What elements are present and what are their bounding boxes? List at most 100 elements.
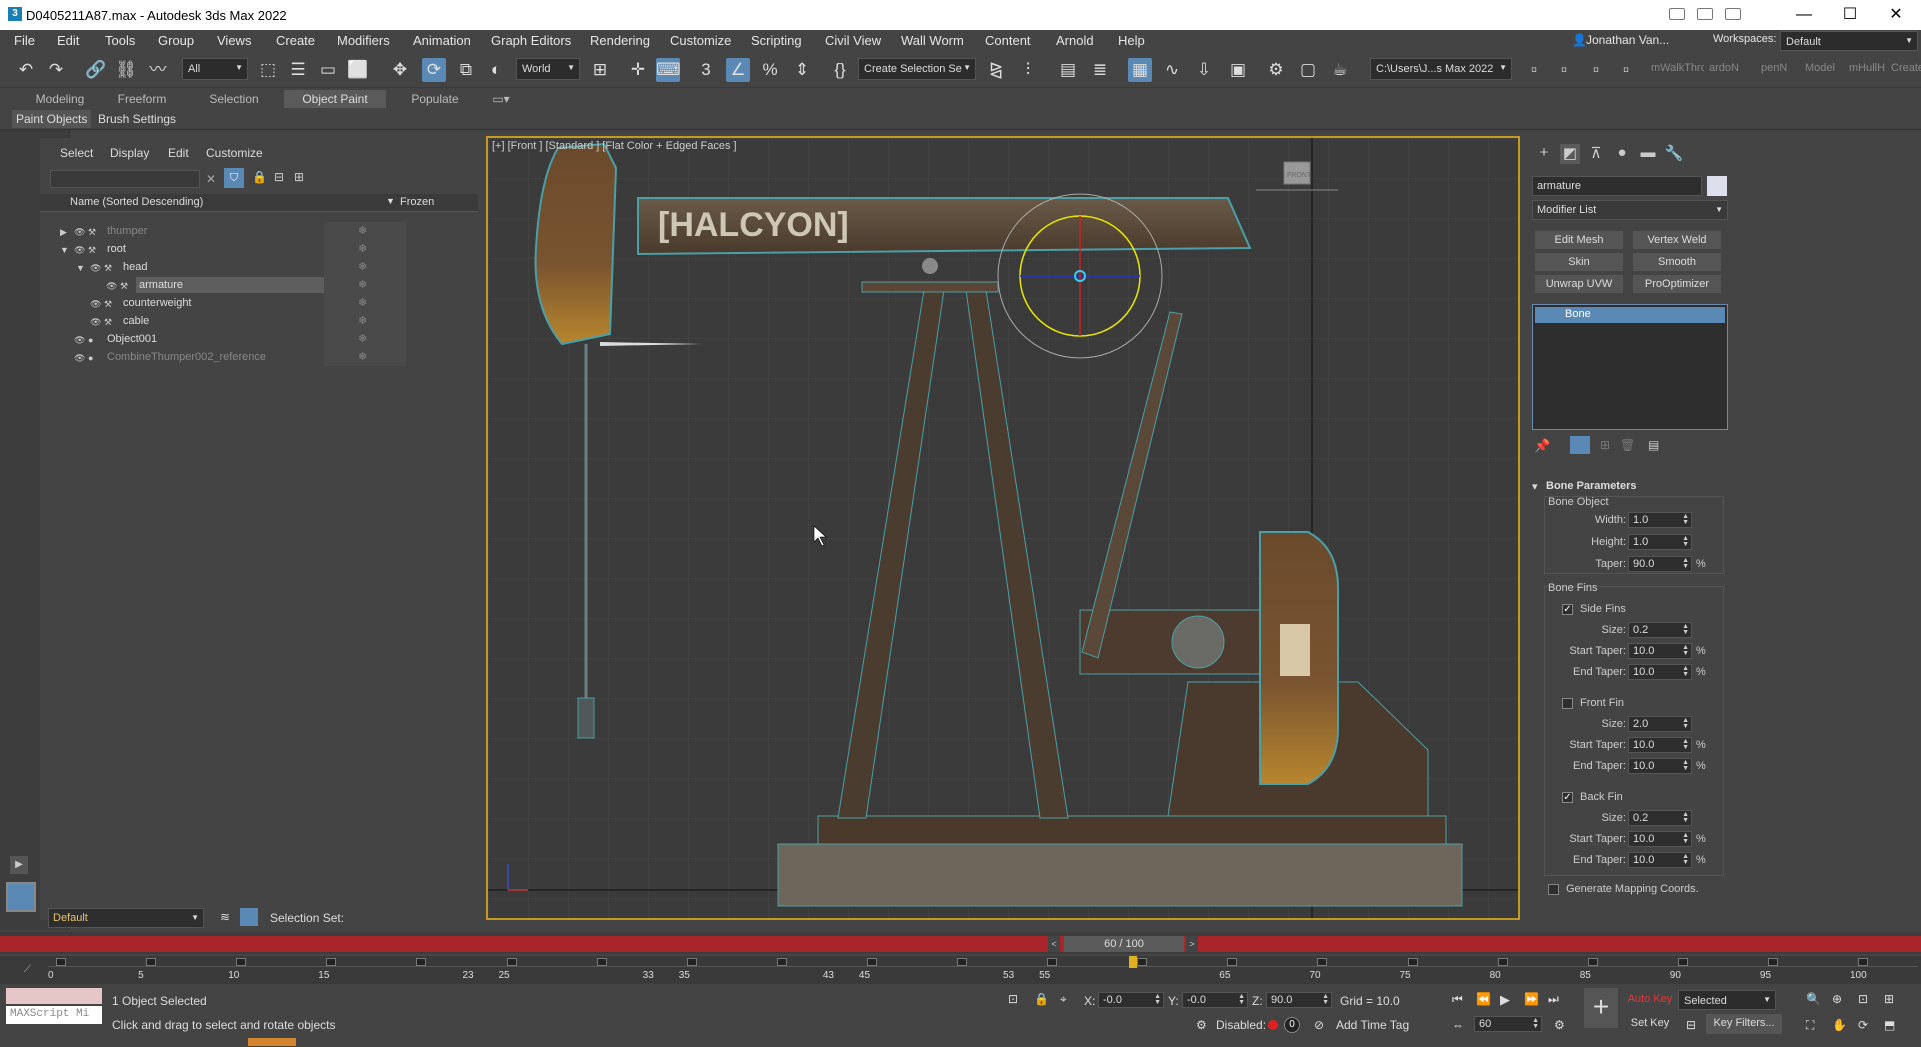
redo-icon[interactable]: ↷ [44,58,68,82]
keyframe-marker[interactable] [1858,958,1868,966]
spinner-arrows-icon[interactable]: ▲ ▼ [1682,717,1689,730]
account-user[interactable]: Jonathan Van... [1586,33,1669,47]
disabled-count[interactable]: 0 [1284,1017,1300,1033]
menu-tools[interactable]: Tools [105,33,135,48]
keyframe-marker[interactable] [416,958,427,966]
scene-row-object001[interactable]: 👁 ● Object001 ❄ [40,330,480,348]
back-fin-start-taper-spinner[interactable]: 10.0 ▲ ▼ [1628,831,1692,847]
front-fin-end-taper-spinner[interactable]: 10.0 ▲ ▼ [1628,758,1692,774]
motion-tab-icon[interactable]: ● [1612,144,1632,164]
menu-graph-editors[interactable]: Graph Editors [491,33,571,48]
pan-icon[interactable]: ✋ [1832,1018,1847,1032]
project-icon-2[interactable]: ▫ [1552,58,1576,82]
project-icon-4[interactable]: ▫ [1614,58,1638,82]
next-frame-icon[interactable]: ⏩ [1524,992,1539,1006]
spinner-arrows-icon[interactable]: ▲ ▼ [1682,811,1689,824]
object-name-input[interactable]: armature [1532,176,1702,196]
render-setup-icon[interactable]: ⚙ [1264,58,1288,82]
create-tab-icon[interactable]: + [1534,144,1554,164]
modifier-list-dropdown[interactable]: Modifier List ▼ [1532,200,1728,220]
spinner-arrows-icon[interactable]: ▲ ▼ [1532,1017,1539,1030]
project-folder-dropdown[interactable]: C:\Users\J...s Max 2022 ▼ [1370,58,1512,80]
spinner-arrows-icon[interactable]: ▲ ▼ [1322,993,1329,1006]
height-spinner[interactable]: 1.0 ▲ ▼ [1628,534,1692,550]
material-editor-icon[interactable]: ▣ [1226,58,1250,82]
maximize-viewport-icon[interactable]: ⬒ [1884,1018,1895,1032]
z-coord-spinner[interactable]: 90.0 ▲ ▼ [1266,992,1332,1008]
frozen-snowflake-icon[interactable]: ❄ [358,294,367,312]
menu-create[interactable]: Create [276,33,315,48]
viewport-layout-icon[interactable] [6,882,36,912]
window-layout2-icon[interactable] [1725,8,1741,20]
modify-tab-icon[interactable]: ◩ [1560,144,1580,164]
edit-mesh-button[interactable]: Edit Mesh [1534,230,1624,250]
spinner-arrows-icon[interactable]: ▲ ▼ [1682,738,1689,751]
show-end-result-icon[interactable] [1570,436,1590,454]
front-fin-start-taper-spinner[interactable]: 10.0 ▲ ▼ [1628,737,1692,753]
go-to-end-icon[interactable]: ⏭ [1548,992,1559,1007]
render-icon[interactable]: ☕ [1328,58,1352,82]
time-tag-icon[interactable]: ⊘ [1314,1018,1324,1032]
layer-dropdown[interactable]: Default ▼ [48,908,204,928]
scene-row-cable[interactable]: 👁 ⚒ cable ❄ [40,312,480,330]
width-spinner[interactable]: 1.0 ▲ ▼ [1628,512,1692,528]
tab-populate[interactable]: Populate [388,90,482,108]
spinner-snap-icon[interactable]: ⇕ [790,58,814,82]
link-icon[interactable]: 🔗 [84,58,108,82]
schematic-view-icon[interactable]: ⇩ [1192,58,1216,82]
time-next-icon[interactable]: > [1186,936,1198,952]
tab-freeform[interactable]: Freeform [100,90,184,108]
spinner-arrows-icon[interactable]: ▲ ▼ [1682,513,1689,526]
keyframe-marker[interactable] [1047,958,1058,966]
user-avatar-icon[interactable]: 👤 [1572,33,1587,47]
visibility-eye-icon[interactable]: 👁 [106,277,120,295]
spinner-arrows-icon[interactable]: ▲ ▼ [1238,993,1245,1006]
unlink-icon[interactable]: ⛓ [114,58,138,82]
project-icon-3[interactable]: ▫ [1584,58,1608,82]
side-fins-end-taper-spinner[interactable]: 10.0 ▲ ▼ [1628,664,1692,680]
window-tile-icon[interactable] [1669,8,1685,20]
menu-modifiers[interactable]: Modifiers [337,33,390,48]
menu-wall-worm[interactable]: Wall Worm [901,33,964,48]
ribbon-options-icon[interactable]: ▭▾ [488,90,514,108]
scene-row-counterweight[interactable]: 👁 ⚒ counterweight ❄ [40,294,480,312]
menu-group[interactable]: Group [158,33,194,48]
spinner-arrows-icon[interactable]: ▲ ▼ [1682,535,1689,548]
layer-icon[interactable]: ⊞ [294,170,304,184]
scene-row-label[interactable]: thumper [104,223,150,239]
visibility-eye-icon[interactable]: 👁 [90,259,104,277]
go-to-start-icon[interactable]: ⏮ [1452,992,1463,1007]
scene-row-label[interactable]: head [120,259,150,275]
keyframe-marker[interactable] [1677,958,1688,966]
window-layout-icon[interactable] [1697,8,1713,20]
generate-mapping-checkbox[interactable] [1548,884,1559,895]
scene-row-combinethumper002_reference[interactable]: 👁 ● CombineThumper002_reference ❄ [40,348,480,366]
keyframe-marker[interactable] [1587,958,1598,966]
set-key-filter-icon[interactable]: ⊟ [1686,1018,1696,1032]
viewport-front[interactable]: [HALCYON] FRONT [+] [Front ] [Standard ]… [486,136,1520,920]
rotate-icon[interactable]: ⟳ [422,58,446,82]
display-tab-icon[interactable]: ▬ [1638,144,1658,164]
spinner-arrows-icon[interactable]: ▲ ▼ [1682,665,1689,678]
orbit-icon[interactable]: ⟳ [1858,1018,1868,1032]
add-time-tag[interactable]: Add Time Tag [1336,1018,1409,1032]
key-filters-button[interactable]: Key Filters... [1706,1014,1782,1034]
play-icon[interactable]: ▶ [1500,992,1510,1008]
viewport-canvas[interactable]: [HALCYON] FRONT [488,138,1518,918]
scene-menu-select[interactable]: Select [60,146,93,160]
auto-key-button[interactable]: Auto Key [1626,990,1674,1010]
taper-spinner[interactable]: 90.0 ▲ ▼ [1628,556,1692,572]
isolate-selection-icon[interactable]: ⊡ [1008,992,1018,1006]
collapse-icon[interactable]: ▼ [76,259,90,277]
project-icon-1[interactable]: ▫ [1522,58,1546,82]
pivot-center-icon[interactable]: ⊞ [588,58,612,82]
hierarchy-tab-icon[interactable]: ⊼ [1586,144,1606,164]
stack-item-bone[interactable]: Bone [1535,307,1725,323]
y-coord-spinner[interactable]: -0.0 ▲ ▼ [1182,992,1248,1008]
expand-icon[interactable]: ▶ [60,223,74,241]
time-slider-track[interactable]: < 60 / 100 > [0,936,1921,952]
select-by-name-icon[interactable]: ☰ [286,58,310,82]
select-manipulate-icon[interactable]: ✛ [626,58,650,82]
menu-scripting[interactable]: Scripting [751,33,802,48]
plugin-hull[interactable]: mHullH [1844,58,1888,80]
